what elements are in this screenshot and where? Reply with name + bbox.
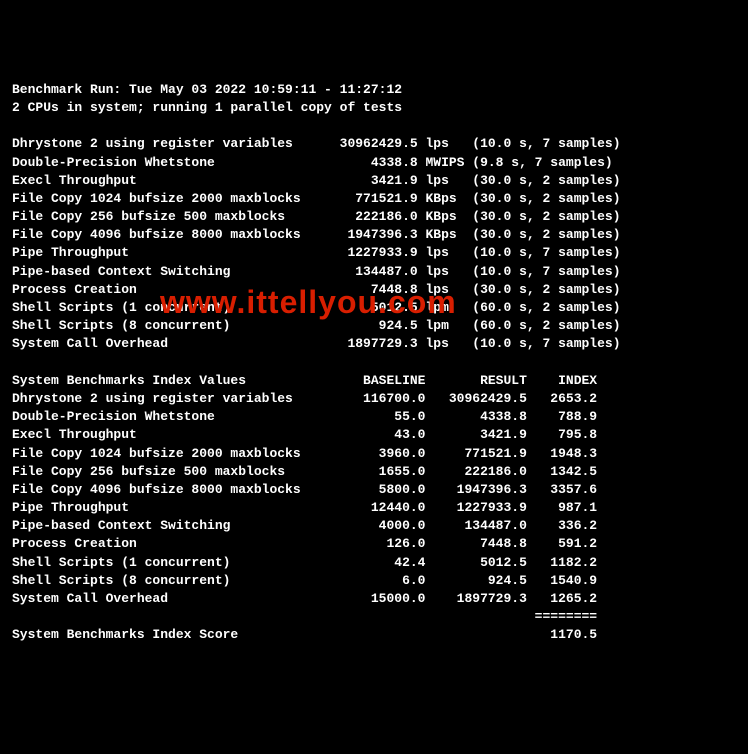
result-row-3: File Copy 1024 bufsize 2000 maxblocks 77… — [12, 190, 736, 208]
result-row-6: Pipe Throughput 1227933.9 lps (10.0 s, 7… — [12, 244, 736, 262]
index-row-4: File Copy 256 bufsize 500 maxblocks 1655… — [12, 463, 736, 481]
index-row-7: Pipe-based Context Switching 4000.0 1344… — [12, 517, 736, 535]
index-row-11: System Call Overhead 15000.0 1897729.3 1… — [12, 590, 736, 608]
index-row-3: File Copy 1024 bufsize 2000 maxblocks 39… — [12, 445, 736, 463]
header-cpu: 2 CPUs in system; running 1 parallel cop… — [12, 99, 736, 117]
result-row-11: System Call Overhead 1897729.3 lps (10.0… — [12, 335, 736, 353]
index-header: System Benchmarks Index Values BASELINE … — [12, 372, 736, 390]
index-row-9: Shell Scripts (1 concurrent) 42.4 5012.5… — [12, 554, 736, 572]
index-row-2: Execl Throughput 43.0 3421.9 795.8 — [12, 426, 736, 444]
result-row-7: Pipe-based Context Switching 134487.0 lp… — [12, 263, 736, 281]
final-score: System Benchmarks Index Score 1170.5 — [12, 626, 736, 644]
result-row-0: Dhrystone 2 using register variables 309… — [12, 135, 736, 153]
result-row-2: Execl Throughput 3421.9 lps (30.0 s, 2 s… — [12, 172, 736, 190]
result-row-4: File Copy 256 bufsize 500 maxblocks 2221… — [12, 208, 736, 226]
index-row-6: Pipe Throughput 12440.0 1227933.9 987.1 — [12, 499, 736, 517]
blank — [12, 354, 736, 372]
divider: ======== — [12, 608, 736, 626]
index-row-10: Shell Scripts (8 concurrent) 6.0 924.5 1… — [12, 572, 736, 590]
header-run: Benchmark Run: Tue May 03 2022 10:59:11 … — [12, 81, 736, 99]
index-row-5: File Copy 4096 bufsize 8000 maxblocks 58… — [12, 481, 736, 499]
result-row-5: File Copy 4096 bufsize 8000 maxblocks 19… — [12, 226, 736, 244]
index-row-1: Double-Precision Whetstone 55.0 4338.8 7… — [12, 408, 736, 426]
watermark-text: www.ittellyou.com — [160, 280, 457, 325]
index-row-0: Dhrystone 2 using register variables 116… — [12, 390, 736, 408]
result-row-1: Double-Precision Whetstone 4338.8 MWIPS … — [12, 154, 736, 172]
index-row-8: Process Creation 126.0 7448.8 591.2 — [12, 535, 736, 553]
blank — [12, 117, 736, 135]
